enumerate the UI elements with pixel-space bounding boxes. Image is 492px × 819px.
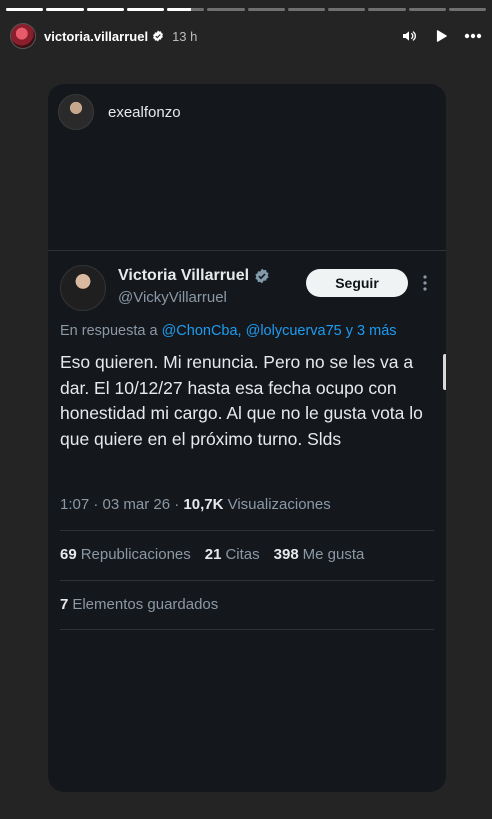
reposts-count: 69 (60, 546, 77, 563)
quotes-label: Citas (225, 546, 260, 563)
story-progress-bar (6, 8, 486, 11)
sharer-username[interactable]: exealfonzo (108, 104, 181, 121)
story-progress-segment (328, 8, 366, 11)
verified-badge-icon (255, 268, 269, 284)
shared-post-header: exealfonzo (58, 94, 181, 130)
story-progress-segment (6, 8, 44, 11)
quotes-count: 21 (204, 546, 222, 563)
story-progress-segment (126, 8, 164, 11)
reply-context: En respuesta a @ChonCba, @lolycuerva75 y… (60, 323, 397, 339)
story-progress-segment (287, 8, 325, 11)
tweet-author-handle[interactable]: @VickyVillarruel (118, 289, 227, 306)
shared-post-card[interactable]: exealfonzo Victoria Villarruel @VickyVil… (48, 84, 446, 792)
bookmarks-count: 7 (60, 596, 69, 613)
views-count: 10,7K (183, 496, 224, 513)
verified-badge-icon (153, 30, 164, 42)
tweet-stats: 69 Republicaciones 21 Citas 398 Me gusta (60, 546, 364, 563)
reply-mentions-link[interactable]: @ChonCba, @lolycuerva75 y 3 más (162, 323, 397, 339)
tweet-author-name-row[interactable]: Victoria Villarruel (118, 267, 270, 285)
story-time: 13 h (172, 28, 198, 44)
story-progress-segment (207, 8, 245, 11)
follow-button[interactable]: Seguir (306, 269, 408, 297)
story-progress-segment (167, 8, 205, 11)
story-progress-segment (408, 8, 446, 11)
reposts-stat[interactable]: 69 Republicaciones (60, 546, 191, 563)
story-progress-segment (368, 8, 406, 11)
sharer-avatar[interactable] (58, 94, 94, 130)
likes-count: 398 (273, 546, 299, 563)
more-options-icon[interactable] (418, 274, 432, 292)
story-progress-segment (86, 8, 124, 11)
avatar[interactable] (10, 23, 36, 49)
bookmarks-label: Elementos guardados (72, 596, 219, 613)
divider (48, 250, 446, 251)
divider (60, 580, 434, 581)
tweet-author-name: Victoria Villarruel (118, 267, 250, 284)
tweet-meta: 1:07 · 03 mar 26 · 10,7K Visualizaciones (60, 496, 331, 513)
story-header: victoria.villarruel 13 h (10, 22, 482, 50)
reply-prefix: En respuesta a (60, 323, 158, 339)
tweet-timestamp[interactable]: 1:07 · 03 mar 26 · (60, 496, 179, 513)
likes-stat[interactable]: 398 Me gusta (274, 546, 365, 563)
more-options-icon[interactable] (464, 27, 482, 45)
tweet-text: Eso quieren. Mi renuncia. Pero no se les… (60, 352, 423, 449)
play-icon[interactable] (432, 27, 450, 45)
reposts-label: Republicaciones (80, 546, 191, 563)
views-label: Visualizaciones (227, 496, 331, 513)
story-progress-segment (247, 8, 285, 11)
divider (60, 629, 434, 630)
story-progress-segment (46, 8, 84, 11)
volume-icon[interactable] (400, 27, 418, 45)
likes-label: Me gusta (302, 546, 365, 563)
bookmarks-stat[interactable]: 7 Elementos guardados (60, 596, 218, 613)
story-progress-segment (448, 8, 486, 11)
story-username[interactable]: victoria.villarruel (44, 29, 148, 44)
tweet-author-avatar[interactable] (60, 265, 106, 311)
scrollbar[interactable] (443, 354, 446, 390)
divider (60, 530, 434, 531)
quotes-stat[interactable]: 21 Citas (205, 546, 260, 563)
